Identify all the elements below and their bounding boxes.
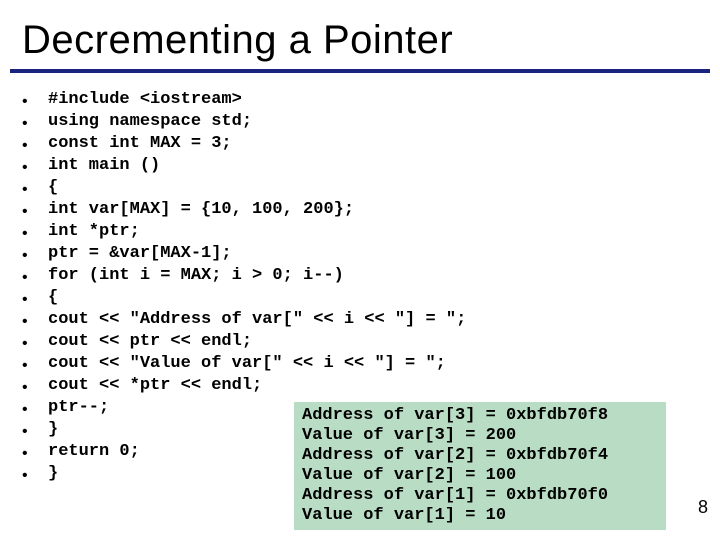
code-line: cout << *ptr << endl; xyxy=(48,375,262,397)
code-line: const int MAX = 3; xyxy=(48,133,232,155)
code-line: } xyxy=(48,463,58,485)
code-line: int var[MAX] = {10, 100, 200}; xyxy=(48,199,354,221)
bullet-icon: • xyxy=(22,353,48,377)
bullet-icon: • xyxy=(22,243,48,267)
bullet-icon: • xyxy=(22,463,48,487)
bullet-icon: • xyxy=(22,419,48,443)
code-line: { xyxy=(48,287,58,309)
bullet-icon: • xyxy=(22,331,48,355)
slide-title: Decrementing a Pointer xyxy=(0,0,720,67)
bullet-icon: • xyxy=(22,441,48,465)
bullet-icon: • xyxy=(22,177,48,201)
bullet-icon: • xyxy=(22,287,48,311)
output-line: Address of var[2] = 0xbfdb70f4 xyxy=(302,446,608,465)
bullet-icon: • xyxy=(22,133,48,157)
code-line: using namespace std; xyxy=(48,111,252,133)
code-line: ptr = &var[MAX-1]; xyxy=(48,243,232,265)
code-line: } xyxy=(48,419,58,441)
bullet-icon: • xyxy=(22,111,48,135)
bullet-icon: • xyxy=(22,397,48,421)
code-line: cout << "Value of var[" << i << "] = "; xyxy=(48,353,446,375)
page-number: 8 xyxy=(698,497,708,518)
bullet-icon: • xyxy=(22,265,48,289)
bullet-icon: • xyxy=(22,89,48,113)
code-line: int main () xyxy=(48,155,160,177)
bullet-icon: • xyxy=(22,221,48,245)
program-output-box: Address of var[3] = 0xbfdb70f8 Value of … xyxy=(294,402,666,530)
code-line: int *ptr; xyxy=(48,221,140,243)
output-line: Address of var[1] = 0xbfdb70f0 xyxy=(302,486,608,505)
bullet-icon: • xyxy=(22,155,48,179)
code-line: ptr--; xyxy=(48,397,109,419)
bullet-icon: • xyxy=(22,309,48,333)
bullet-icon: • xyxy=(22,199,48,223)
output-line: Value of var[2] = 100 xyxy=(302,466,516,485)
code-line: cout << ptr << endl; xyxy=(48,331,252,353)
code-line: return 0; xyxy=(48,441,140,463)
code-line: for (int i = MAX; i > 0; i--) xyxy=(48,265,344,287)
code-line: { xyxy=(48,177,58,199)
output-line: Value of var[3] = 200 xyxy=(302,426,516,445)
bullet-icon: • xyxy=(22,375,48,399)
output-line: Value of var[1] = 10 xyxy=(302,506,506,525)
code-line: cout << "Address of var[" << i << "] = "… xyxy=(48,309,466,331)
code-line: #include <iostream> xyxy=(48,89,242,111)
output-line: Address of var[3] = 0xbfdb70f8 xyxy=(302,406,608,425)
